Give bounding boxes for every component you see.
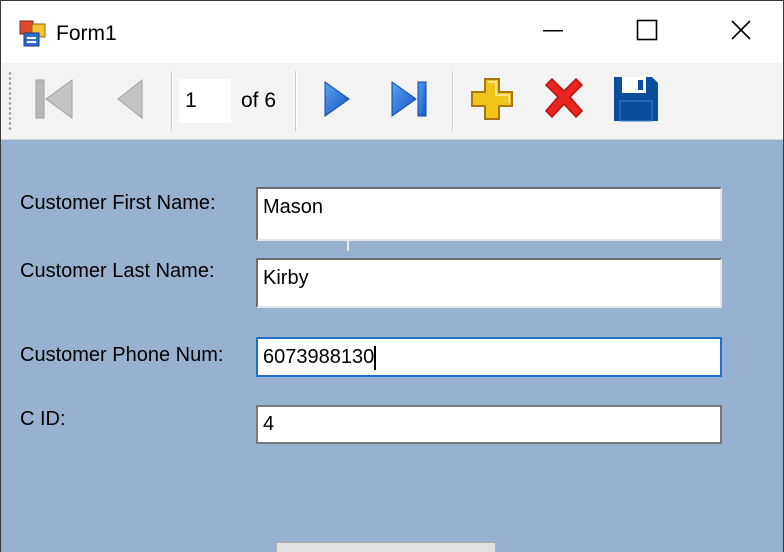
- maximize-button[interactable]: [600, 1, 694, 63]
- title-bar: Form1: [1, 1, 783, 63]
- window-title: Form1: [56, 22, 117, 45]
- text-caret: [374, 345, 377, 370]
- toolbar-grip[interactable]: [8, 71, 12, 131]
- first-name-value: Mason: [263, 196, 324, 218]
- add-new-button[interactable]: [461, 69, 523, 133]
- move-next-button[interactable]: [306, 69, 360, 133]
- last-name-label: Customer Last Name:: [20, 260, 215, 282]
- partial-button[interactable]: [276, 542, 496, 552]
- delete-icon: [538, 73, 590, 130]
- delete-button[interactable]: [533, 69, 595, 133]
- cid-value: 4: [263, 413, 275, 435]
- toolbar-separator: [171, 71, 172, 131]
- move-previous-icon: [106, 74, 150, 129]
- save-icon: [610, 73, 662, 130]
- minimize-button[interactable]: [506, 1, 600, 63]
- binding-navigator-toolbar: 1 of 6: [1, 63, 783, 140]
- phone-field[interactable]: 6073988130: [256, 337, 722, 377]
- toolbar-separator: [295, 71, 296, 131]
- maximize-icon: [636, 19, 658, 46]
- last-name-field[interactable]: Kirby: [256, 258, 722, 308]
- phone-value: 6073988130: [263, 346, 375, 368]
- save-button[interactable]: [605, 69, 667, 133]
- close-button[interactable]: [694, 1, 783, 63]
- move-next-icon: [311, 74, 355, 129]
- cid-field[interactable]: 4: [256, 405, 722, 444]
- move-first-button[interactable]: [23, 69, 83, 133]
- position-input[interactable]: 1: [179, 79, 231, 123]
- add-icon: [466, 73, 518, 130]
- first-name-label: Customer First Name:: [20, 192, 216, 214]
- move-first-icon: [28, 74, 78, 129]
- form-app-icon: [19, 20, 47, 48]
- move-previous-button[interactable]: [101, 69, 155, 133]
- move-last-button[interactable]: [379, 69, 439, 133]
- last-name-value: Kirby: [263, 267, 309, 289]
- minimize-icon: [543, 20, 563, 45]
- phone-label: Customer Phone Num:: [20, 344, 224, 366]
- first-name-field[interactable]: Mason: [256, 187, 722, 241]
- count-label: of 6: [241, 89, 277, 112]
- form1-window: Form1 1 of 6 Customer First Name: Mason …: [0, 0, 784, 552]
- toolbar-separator: [452, 71, 453, 131]
- close-icon: [730, 19, 752, 46]
- field-divider-tick: [347, 241, 349, 251]
- cid-label: C ID:: [20, 408, 66, 430]
- move-last-icon: [384, 74, 434, 129]
